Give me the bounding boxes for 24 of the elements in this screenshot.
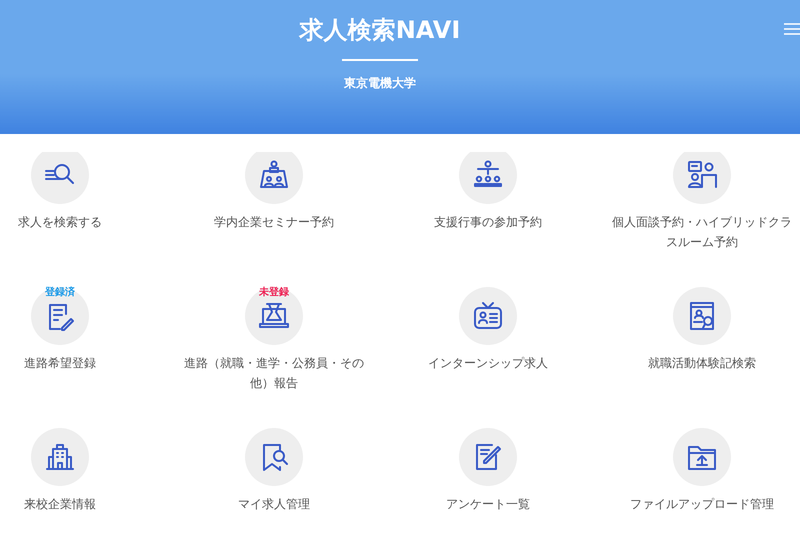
site-title: 求人検索NAVI [300, 15, 460, 46]
menu-item-label[interactable]: インターンシップ求人 [428, 353, 548, 373]
menu-item-label[interactable]: 来校企業情報 [24, 494, 96, 514]
building-icon [44, 441, 76, 473]
menu-item-label[interactable]: 進路希望登録 [24, 353, 96, 373]
university-name: 東京電機大学 [344, 75, 416, 92]
menu-item-label[interactable]: ファイルアップロード管理 [630, 494, 774, 514]
menu-item-label[interactable]: 支援行事の参加予約 [434, 212, 542, 232]
id-card-icon [472, 300, 504, 332]
menu-item-label[interactable]: 進路（就職・進学・公務員・その他）報告 [182, 353, 366, 393]
status-label: 未登録 [259, 286, 289, 299]
menu-item-label[interactable]: 求人を検索する [18, 212, 102, 232]
menu-item-label[interactable]: マイ求人管理 [238, 494, 310, 514]
status-label: 登録済 [45, 285, 75, 299]
seminar-icon [258, 159, 290, 191]
menu-item-label[interactable]: 学内企業セミナー予約 [214, 212, 334, 232]
menu-item-button[interactable] [673, 152, 731, 204]
menu-item-button[interactable] [459, 152, 517, 204]
menu-item-button[interactable] [31, 152, 89, 204]
menu-item-button[interactable] [245, 152, 303, 204]
menu-item-label[interactable]: アンケート一覧 [446, 494, 530, 514]
interview-icon [686, 159, 718, 191]
menu-item-label[interactable]: 就職活動体験記検索 [648, 353, 756, 373]
menu-item-label[interactable]: 個人面談予約・ハイブリッドクラスルーム予約 [610, 212, 794, 252]
